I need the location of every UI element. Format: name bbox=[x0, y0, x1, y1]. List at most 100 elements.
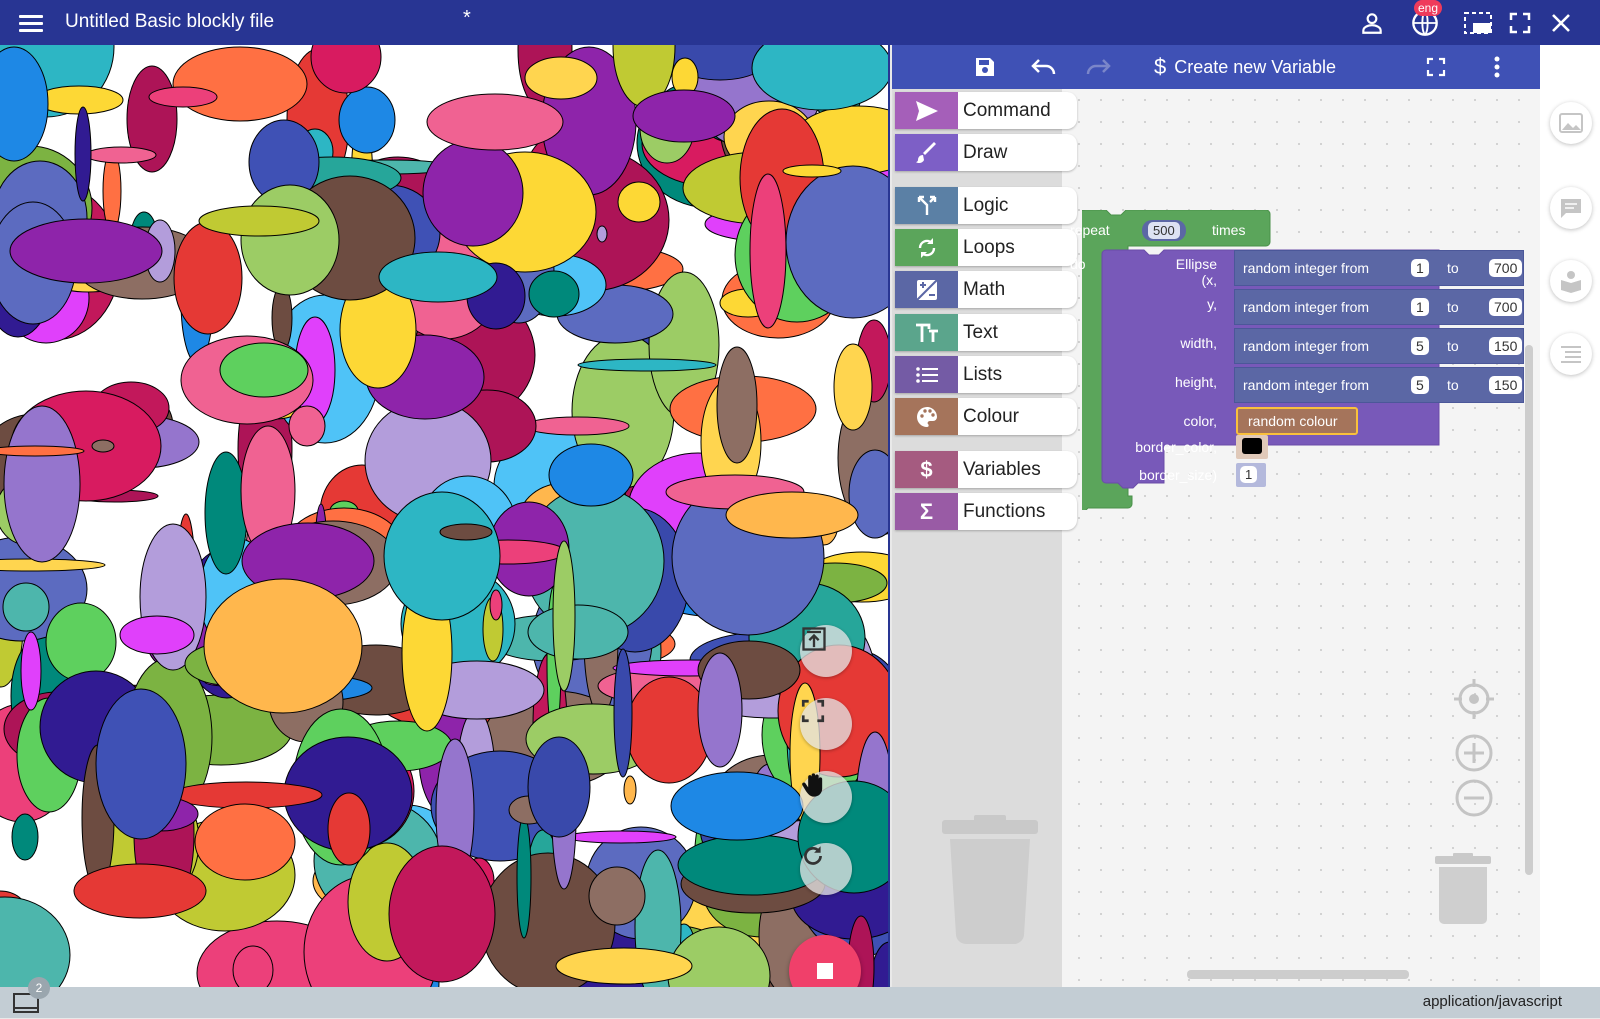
flyout-trash-icon[interactable] bbox=[942, 815, 1042, 950]
repeat-count-slot[interactable]: 500 bbox=[1142, 220, 1186, 241]
status-bar: 2 application/javascript bbox=[0, 977, 1600, 1018]
border-size-value[interactable]: 1 bbox=[1240, 466, 1258, 483]
toolbox-category-command[interactable]: Command bbox=[895, 92, 1077, 129]
blockly-editor: $ Create new Variable Command Draw Logic Lo… bbox=[892, 45, 1540, 987]
workspace-trash-icon[interactable] bbox=[1435, 853, 1493, 930]
fit-screen-icon[interactable] bbox=[800, 698, 852, 750]
random-to-label: to bbox=[1447, 260, 1459, 276]
ellipse-width-label: width, bbox=[1180, 335, 1217, 351]
toolbox-category-label: Command bbox=[963, 99, 1051, 121]
ellipse-x-label[interactable]: Ellipse (x, bbox=[1157, 256, 1217, 288]
zoom-in-icon[interactable] bbox=[1454, 733, 1494, 778]
toolbox-category-logic[interactable]: Logic bbox=[895, 187, 1077, 224]
repeat-times-label: times bbox=[1212, 222, 1246, 238]
toolbox-category-functions[interactable]: Σ Functions bbox=[895, 493, 1077, 530]
file-title[interactable]: Untitled Basic blockly file bbox=[65, 11, 274, 33]
toolbox-category-colour[interactable]: Colour bbox=[895, 398, 1077, 435]
toolbox-category-lists[interactable]: Lists bbox=[895, 356, 1077, 393]
ellipse-height-label: height, bbox=[1174, 374, 1217, 390]
random-colour-label: random colour bbox=[1248, 413, 1338, 429]
recenter-icon[interactable] bbox=[1454, 679, 1494, 724]
toolbox-category-label: Variables bbox=[963, 458, 1041, 480]
ellipse-border-color-label: border_color, bbox=[1135, 439, 1217, 455]
random-integer-block[interactable]: random integer from 1 to 700 bbox=[1234, 289, 1524, 325]
border-color-block[interactable] bbox=[1236, 435, 1268, 459]
mime-type-label: application/javascript bbox=[1422, 993, 1562, 1010]
learn-book-icon[interactable] bbox=[1550, 260, 1592, 302]
loop-icon bbox=[895, 229, 958, 266]
hamburger-menu-icon[interactable] bbox=[18, 10, 44, 36]
fullscreen-icon[interactable] bbox=[1505, 8, 1535, 38]
toolbox-category-label: Logic bbox=[963, 194, 1009, 216]
brush-icon bbox=[895, 134, 958, 171]
refresh-icon[interactable] bbox=[800, 843, 852, 895]
paper-plane-icon bbox=[895, 92, 958, 129]
toolbox-category-math[interactable]: Math bbox=[895, 271, 1077, 308]
fork-icon bbox=[895, 187, 958, 224]
border-color-swatch[interactable] bbox=[1242, 438, 1262, 454]
random-from-value[interactable]: 5 bbox=[1411, 376, 1429, 394]
text-icon bbox=[895, 314, 958, 351]
random-integer-label: random integer from bbox=[1243, 299, 1370, 315]
random-to-value[interactable]: 700 bbox=[1489, 259, 1523, 277]
ellipse-border-size-label: border_size) bbox=[1139, 467, 1217, 483]
toolbox-category-draw[interactable]: Draw bbox=[895, 134, 1077, 171]
toolbox-category-label: Lists bbox=[963, 363, 1003, 385]
random-to-value[interactable]: 150 bbox=[1489, 376, 1523, 394]
screenshot-icon[interactable] bbox=[1463, 8, 1493, 38]
random-to-label: to bbox=[1447, 299, 1459, 315]
random-integer-label: random integer from bbox=[1243, 260, 1370, 276]
language-badge: eng bbox=[1414, 0, 1443, 16]
random-to-value[interactable]: 150 bbox=[1489, 337, 1523, 355]
random-colour-block[interactable]: random colour bbox=[1236, 407, 1358, 435]
create-variable-button[interactable]: $ Create new Variable bbox=[1154, 54, 1336, 80]
close-icon[interactable] bbox=[1546, 8, 1576, 38]
random-from-value[interactable]: 5 bbox=[1411, 337, 1429, 355]
redo-icon[interactable] bbox=[1082, 52, 1114, 82]
toolbox-category-loops[interactable]: Loops bbox=[895, 229, 1077, 266]
export-icon[interactable] bbox=[800, 625, 852, 677]
repeat-count-value[interactable]: 500 bbox=[1148, 222, 1180, 239]
fullscreen-editor-icon[interactable] bbox=[1422, 52, 1450, 82]
app-header: Untitled Basic blockly file * eng bbox=[0, 0, 1600, 45]
user-icon[interactable] bbox=[1357, 8, 1387, 38]
side-panel-rail bbox=[1540, 45, 1600, 987]
list-icon[interactable] bbox=[1550, 333, 1592, 375]
comment-icon[interactable] bbox=[1550, 187, 1592, 229]
random-integer-block[interactable]: random integer from 5 to 150 bbox=[1234, 367, 1524, 403]
random-from-value[interactable]: 1 bbox=[1411, 259, 1429, 277]
repeat-block-label[interactable]: repeat bbox=[1070, 222, 1110, 238]
editor-toolbar: $ Create new Variable bbox=[892, 45, 1540, 89]
vertical-scrollbar[interactable] bbox=[1525, 345, 1533, 875]
console-count-badge: 2 bbox=[28, 977, 50, 999]
random-integer-block[interactable]: random integer from 5 to 150 bbox=[1234, 328, 1524, 364]
border-size-block[interactable]: 1 bbox=[1236, 463, 1266, 487]
pan-hand-icon[interactable] bbox=[800, 771, 852, 823]
random-integer-label: random integer from bbox=[1243, 377, 1370, 393]
random-to-label: to bbox=[1447, 377, 1459, 393]
random-from-value[interactable]: 1 bbox=[1411, 298, 1429, 316]
random-integer-block[interactable]: random integer from 1 to 700 bbox=[1234, 250, 1524, 286]
random-to-value[interactable]: 700 bbox=[1489, 298, 1523, 316]
random-to-label: to bbox=[1447, 338, 1459, 354]
drawing-canvas[interactable] bbox=[0, 45, 890, 987]
toolbox-category-variables[interactable]: $ Variables bbox=[895, 451, 1077, 488]
toolbox-category-text[interactable]: Text bbox=[895, 314, 1077, 351]
toolbox-category-label: Colour bbox=[963, 405, 1019, 427]
toolbox-category-label: Loops bbox=[963, 236, 1015, 258]
ellipse-artwork bbox=[0, 45, 888, 987]
more-options-icon[interactable] bbox=[1487, 52, 1507, 82]
undo-icon[interactable] bbox=[1028, 52, 1060, 82]
ellipse-color-label: color, bbox=[1183, 413, 1217, 429]
zoom-out-icon[interactable] bbox=[1454, 778, 1494, 823]
math-icon bbox=[895, 271, 958, 308]
save-icon[interactable] bbox=[970, 52, 1000, 82]
ellipse-y-label: y, bbox=[1207, 296, 1217, 312]
toolbox-category-label: Math bbox=[963, 278, 1006, 300]
palette-icon bbox=[895, 398, 958, 435]
repeat-do-label: do bbox=[1070, 256, 1086, 272]
dollar-icon: $ bbox=[1154, 54, 1167, 79]
image-icon[interactable] bbox=[1550, 102, 1592, 144]
horizontal-scrollbar[interactable] bbox=[1187, 970, 1409, 979]
create-variable-label: Create new Variable bbox=[1174, 56, 1337, 77]
